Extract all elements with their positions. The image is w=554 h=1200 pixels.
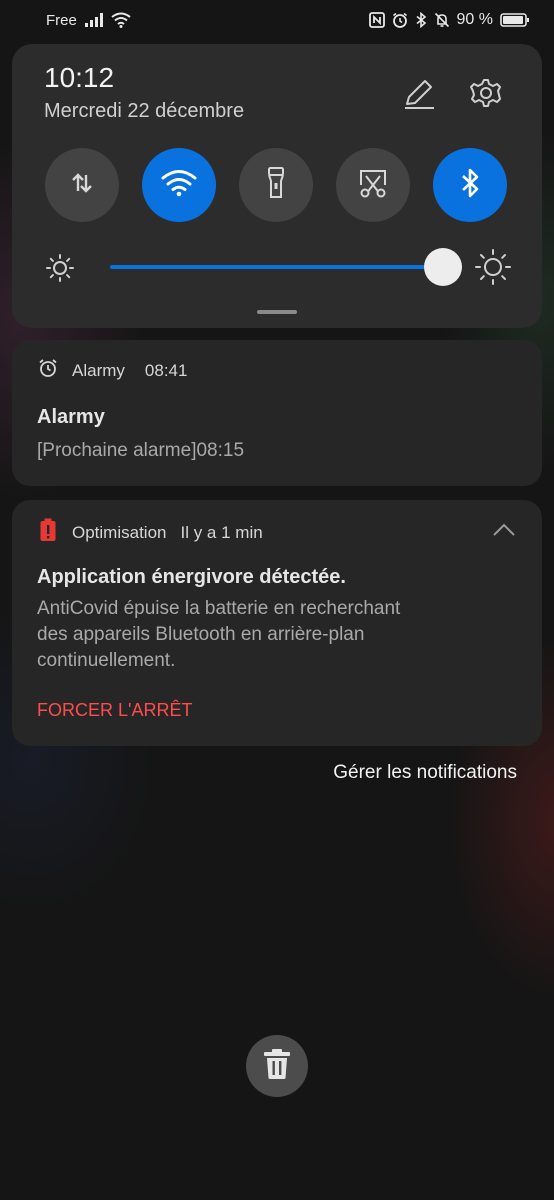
quick-settings-panel: 10:12 Mercredi 22 décembre: [12, 44, 542, 328]
flashlight-icon: [264, 166, 288, 205]
bluetooth-toggle[interactable]: [433, 148, 507, 222]
notification-body-line: des appareils Bluetooth en arrière-plan: [37, 624, 365, 645]
notification-title: Application énergivore détectée.: [37, 566, 346, 588]
brightness-row: [12, 244, 542, 290]
bluetooth-toggle-icon: [460, 167, 480, 204]
brightness-high-icon: [474, 248, 512, 286]
notification-header: Optimisation Il y a 1 min: [38, 518, 263, 547]
battery-percent: 90 %: [456, 11, 493, 28]
notification-body-line: continuellement.: [37, 650, 176, 671]
wifi-toggle-icon: [161, 169, 197, 202]
flashlight-toggle[interactable]: [239, 148, 313, 222]
nfc-icon: [368, 12, 385, 28]
brightness-slider-thumb[interactable]: [424, 248, 462, 286]
screenshot-scissors-icon: [357, 167, 389, 204]
force-stop-button[interactable]: FORCER L'ARRÊT: [37, 700, 192, 721]
screenshot-toggle[interactable]: [336, 148, 410, 222]
mute-icon: [434, 12, 450, 28]
settings-gear-icon[interactable]: [467, 74, 505, 112]
notification-app-name: Optimisation: [72, 522, 167, 542]
notification-time: Il y a 1 min: [180, 522, 263, 542]
wifi-toggle[interactable]: [142, 148, 216, 222]
wifi-icon: [111, 12, 131, 28]
brightness-low-icon: [45, 253, 75, 283]
notification-body: AntiCovid épuise la batterie en recherch…: [37, 596, 507, 674]
notification-app-name: Alarmy: [72, 360, 125, 380]
battery-alert-icon: [38, 518, 58, 547]
trash-icon: [263, 1048, 291, 1085]
alarm-icon: [392, 12, 408, 28]
manage-notifications-link[interactable]: Gérer les notifications: [333, 762, 517, 784]
collapse-chevron-icon[interactable]: [492, 522, 516, 538]
notification-header: Alarmy 08:41: [38, 358, 187, 383]
bluetooth-icon: [415, 12, 427, 28]
carrier-label: Free: [46, 11, 77, 29]
edit-pencil-icon[interactable]: [400, 74, 438, 112]
alarm-clock-icon: [38, 358, 58, 383]
notification-text: [Prochaine alarme]08:15: [37, 440, 245, 461]
brightness-slider-track[interactable]: [110, 265, 440, 269]
battery-icon: [500, 12, 530, 28]
mobile-data-toggle[interactable]: [45, 148, 119, 222]
notification-card-optimisation[interactable]: Optimisation Il y a 1 min Application én…: [12, 500, 542, 746]
signal-icon: [84, 13, 103, 27]
notification-body-line: AntiCovid épuise la batterie en recherch…: [37, 598, 401, 619]
clock-time: 10:12: [44, 62, 115, 93]
clock-date: Mercredi 22 décembre: [44, 100, 245, 122]
notification-time: 08:41: [144, 360, 188, 380]
panel-drag-handle[interactable]: [257, 310, 297, 314]
clear-all-button[interactable]: [246, 1035, 308, 1097]
status-bar: Free 90 %: [0, 0, 554, 40]
notification-card-alarmy[interactable]: Alarmy 08:41 Alarmy [Prochaine alarme]08…: [12, 340, 542, 486]
mobile-data-icon: [68, 169, 96, 202]
notification-title: Alarmy: [37, 406, 105, 428]
